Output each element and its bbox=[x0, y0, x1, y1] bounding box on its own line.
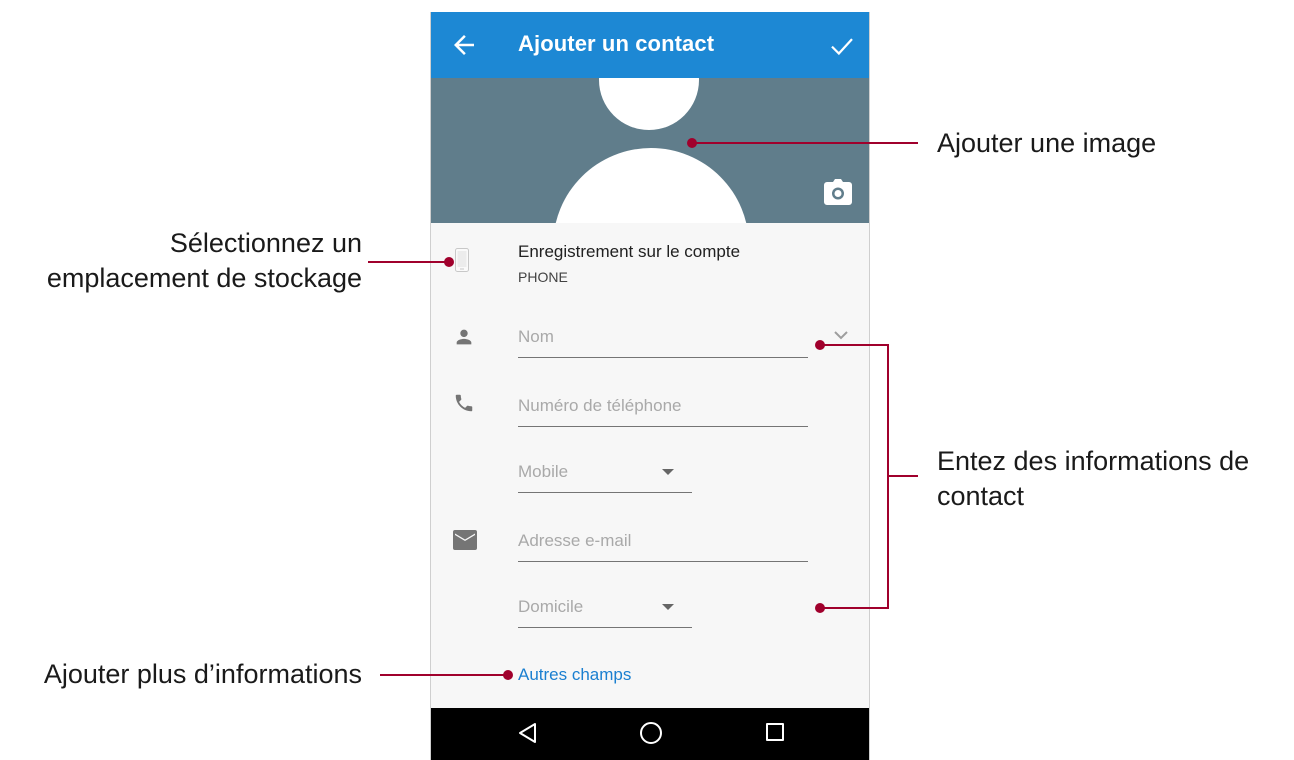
callout-storage: Sélectionnez un emplacement de stockage bbox=[47, 226, 362, 296]
leader-line-contact-info bbox=[820, 344, 889, 609]
callout-storage-line1: Sélectionnez un bbox=[169, 228, 362, 258]
callout-contact-info: Entez des informations de contact bbox=[937, 444, 1249, 514]
callout-add-image: Ajouter une image bbox=[937, 128, 1157, 158]
callout-storage-line2: emplacement de stockage bbox=[46, 263, 362, 293]
leader-dot-image bbox=[687, 138, 697, 148]
callout-contact-info-line2: contact bbox=[937, 481, 1025, 511]
leader-dot-contact-bottom bbox=[815, 603, 825, 613]
callout-more-info: Ajouter plus d’informations bbox=[43, 659, 362, 689]
leader-dot-storage bbox=[444, 257, 454, 267]
callout-leader-lines bbox=[368, 138, 918, 680]
callout-contact-info-line1: Entez des informations de bbox=[937, 446, 1250, 476]
leader-dot-contact-top bbox=[815, 340, 825, 350]
leader-dot-more-info bbox=[503, 670, 513, 680]
